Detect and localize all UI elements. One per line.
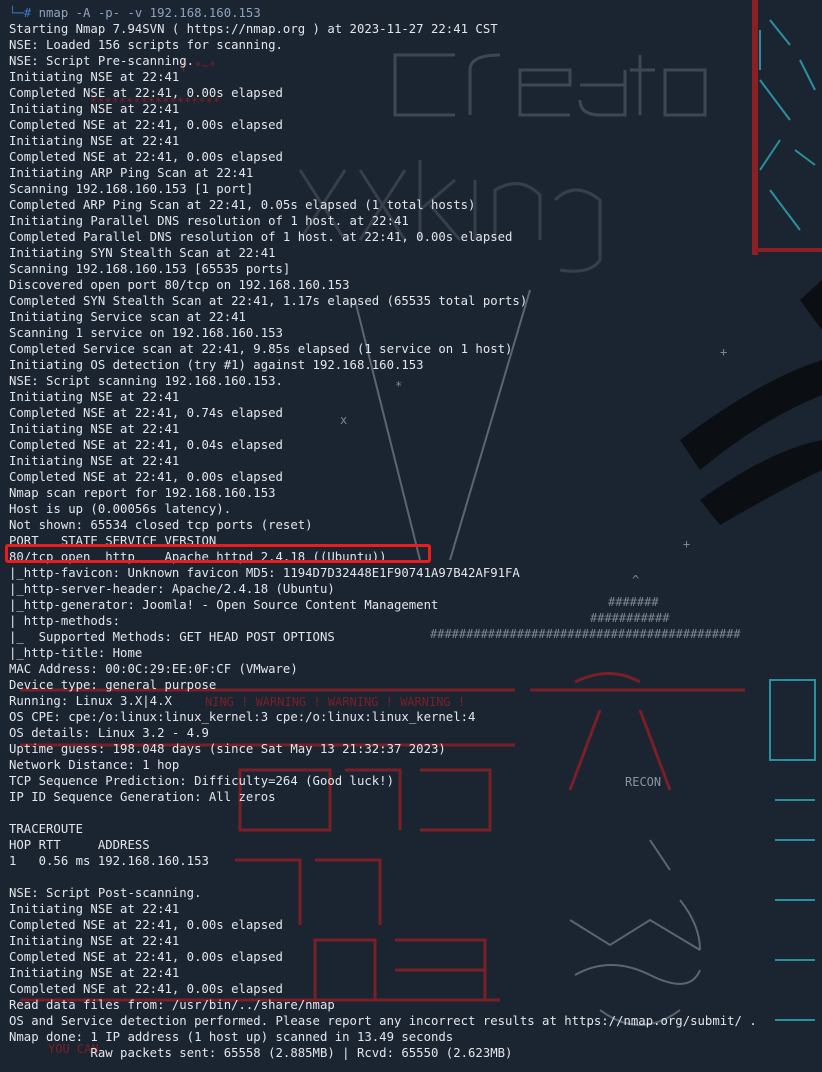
output-line: Completed Parallel DNS resolution of 1 h…	[9, 230, 513, 244]
output-line: Nmap done: 1 IP address (1 host up) scan…	[9, 1030, 454, 1044]
output-line: NSE: Script scanning 192.168.160.153.	[9, 374, 283, 388]
output-line: Completed SYN Stealth Scan at 22:41, 1.1…	[9, 294, 528, 308]
output-line: | http-methods:	[9, 614, 121, 628]
output-line: Initiating Service scan at 22:41	[9, 310, 246, 324]
output-line: HOP RTT ADDRESS	[9, 838, 150, 852]
output-line: Scanning 192.168.160.153 [65535 ports]	[9, 262, 291, 276]
output-line: Device type: general purpose	[9, 678, 217, 692]
output-line: Running: Linux 3.X|4.X	[9, 694, 172, 708]
output-line: Initiating NSE at 22:41	[9, 454, 180, 468]
output-line: Completed NSE at 22:41, 0.00s elapsed	[9, 982, 283, 996]
output-line: Host is up (0.00056s latency).	[9, 502, 232, 516]
output-line: Initiating NSE at 22:41	[9, 390, 180, 404]
output-line: |_ Supported Methods: GET HEAD POST OPTI…	[9, 630, 335, 644]
output-line: |_http-favicon: Unknown favicon MD5: 119…	[9, 566, 520, 580]
output-line: Read data files from: /usr/bin/../share/…	[9, 998, 335, 1012]
output-line: Uptime guess: 198.048 days (since Sat Ma…	[9, 742, 446, 756]
output-line: Initiating NSE at 22:41	[9, 902, 180, 916]
output-line: Initiating NSE at 22:41	[9, 134, 180, 148]
output-line: Completed ARP Ping Scan at 22:41, 0.05s …	[9, 198, 476, 212]
terminal-output[interactable]: └─# nmap -A -p- -v 192.168.160.153 Start…	[9, 5, 821, 1061]
output-line: Starting Nmap 7.94SVN ( https://nmap.org…	[9, 22, 498, 36]
output-line: Initiating NSE at 22:41	[9, 966, 180, 980]
output-line: Completed NSE at 22:41, 0.00s elapsed	[9, 918, 283, 932]
output-line: Completed NSE at 22:41, 0.00s elapsed	[9, 950, 283, 964]
output-line: Completed NSE at 22:41, 0.00s elapsed	[9, 470, 283, 484]
output-line: OS and Service detection performed. Plea…	[9, 1014, 757, 1028]
output-line: Nmap scan report for 192.168.160.153	[9, 486, 276, 500]
output-line: OS details: Linux 3.2 - 4.9	[9, 726, 209, 740]
output-line: |_http-generator: Joomla! - Open Source …	[9, 598, 439, 612]
output-line: TCP Sequence Prediction: Difficulty=264 …	[9, 774, 394, 788]
output-line: Completed Service scan at 22:41, 9.85s e…	[9, 342, 513, 356]
output-line: NSE: Script Post-scanning.	[9, 886, 202, 900]
output-line: NSE: Script Pre-scanning.	[9, 54, 195, 68]
output-line: Raw packets sent: 65558 (2.885MB) | Rcvd…	[9, 1046, 513, 1060]
output-line: Network Distance: 1 hop	[9, 758, 180, 772]
output-line: Initiating Parallel DNS resolution of 1 …	[9, 214, 409, 228]
output-line: Scanning 192.168.160.153 [1 port]	[9, 182, 254, 196]
output-lines: Starting Nmap 7.94SVN ( https://nmap.org…	[9, 21, 821, 1061]
output-line: Initiating ARP Ping Scan at 22:41	[9, 166, 254, 180]
output-line: Completed NSE at 22:41, 0.04s elapsed	[9, 438, 283, 452]
open-port-highlight	[5, 544, 431, 563]
output-line: MAC Address: 00:0C:29:EE:0F:CF (VMware)	[9, 662, 298, 676]
output-line: Initiating OS detection (try #1) against…	[9, 358, 424, 372]
output-line: Discovered open port 80/tcp on 192.168.1…	[9, 278, 350, 292]
output-line: Completed NSE at 22:41, 0.00s elapsed	[9, 86, 283, 100]
output-line: Completed NSE at 22:41, 0.00s elapsed	[9, 150, 283, 164]
prompt-symbol: └─#	[9, 6, 32, 20]
shell-prompt: └─# nmap -A -p- -v 192.168.160.153	[9, 5, 821, 21]
output-line: OS CPE: cpe:/o:linux:linux_kernel:3 cpe:…	[9, 710, 476, 724]
output-line: 1 0.56 ms 192.168.160.153	[9, 854, 209, 868]
output-line: Completed NSE at 22:41, 0.74s elapsed	[9, 406, 283, 420]
output-line: Initiating NSE at 22:41	[9, 102, 180, 116]
output-line: Initiating NSE at 22:41	[9, 934, 180, 948]
output-line: IP ID Sequence Generation: All zeros	[9, 790, 276, 804]
output-line: Initiating SYN Stealth Scan at 22:41	[9, 246, 276, 260]
output-line: NSE: Loaded 156 scripts for scanning.	[9, 38, 283, 52]
output-line: Initiating NSE at 22:41	[9, 70, 180, 84]
output-line: Scanning 1 service on 192.168.160.153	[9, 326, 283, 340]
output-line: |_http-server-header: Apache/2.4.18 (Ubu…	[9, 582, 335, 596]
prompt-command: nmap -A -p- -v 192.168.160.153	[31, 6, 261, 20]
output-line: Initiating NSE at 22:41	[9, 422, 180, 436]
output-line: Completed NSE at 22:41, 0.00s elapsed	[9, 118, 283, 132]
output-line: |_http-title: Home	[9, 646, 143, 660]
output-line: Not shown: 65534 closed tcp ports (reset…	[9, 518, 313, 532]
output-line: TRACEROUTE	[9, 822, 84, 836]
